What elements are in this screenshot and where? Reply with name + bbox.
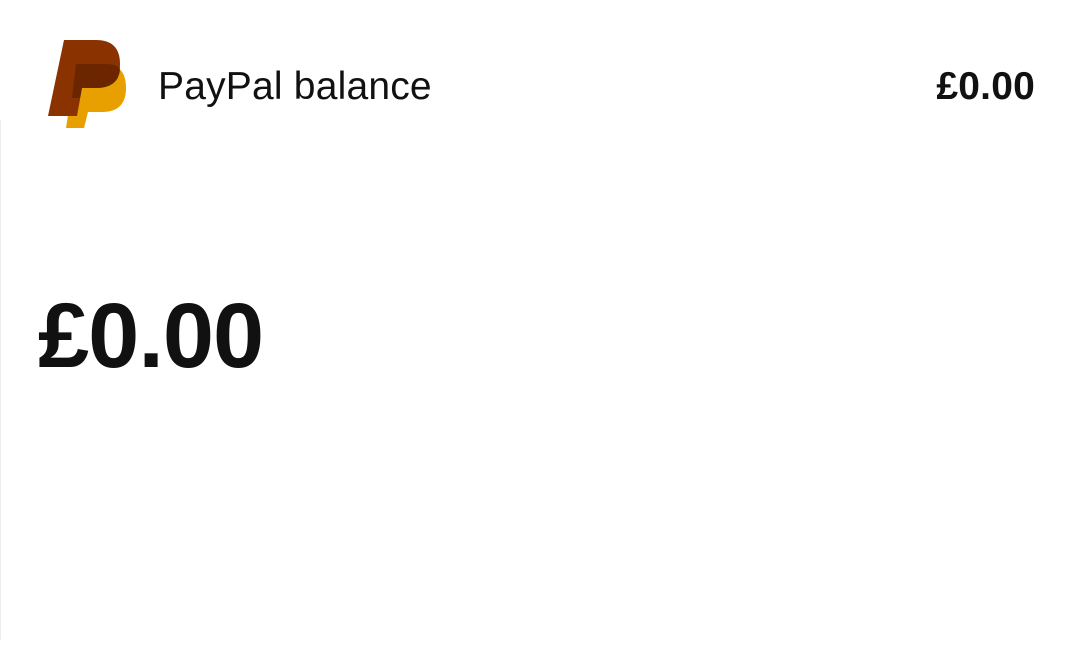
balance-row-amount: £0.00 <box>936 65 1035 108</box>
balance-label: PayPal balance <box>158 65 432 108</box>
total-balance-amount: £0.00 <box>38 285 264 387</box>
paypal-logo-icon <box>46 40 126 130</box>
left-divider <box>0 120 1 640</box>
cut-off-content <box>70 665 970 671</box>
paypal-balance-row[interactable]: PayPal balance £0.00 <box>36 30 1036 138</box>
